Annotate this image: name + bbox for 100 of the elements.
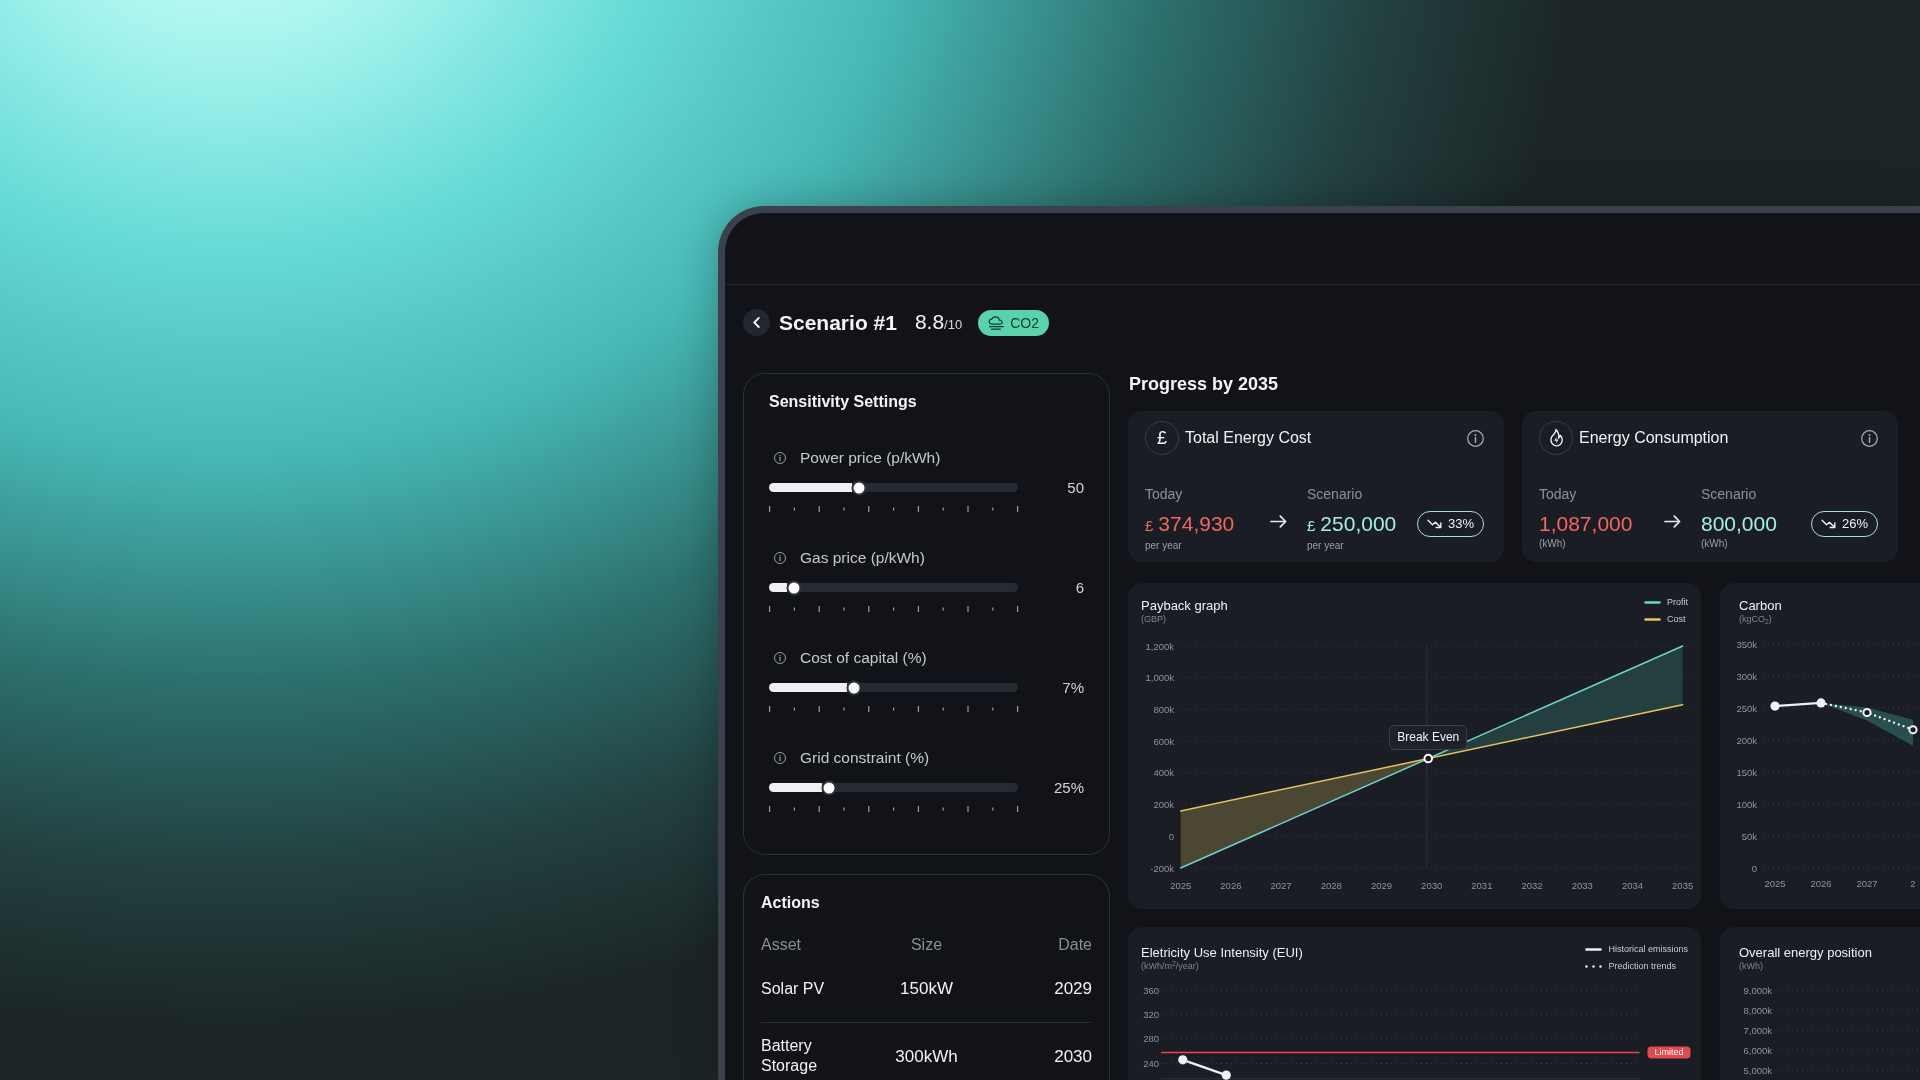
- axis-label: 0: [1751, 862, 1757, 874]
- score: 8.8/10: [914, 308, 963, 335]
- axis-label: 2029: [1370, 879, 1393, 891]
- slider-label: Gas price (p/kWh): [800, 548, 925, 568]
- slider-label: Power price (p/kWh): [800, 448, 941, 468]
- slider-thumb[interactable]: [851, 480, 867, 495]
- slider-thumb[interactable]: [786, 580, 802, 595]
- axis-label: 100k: [1736, 798, 1757, 810]
- info-icon: [1861, 429, 1878, 447]
- axis-label: 2030: [1421, 879, 1443, 891]
- table-cell: Solar PV: [761, 978, 825, 999]
- slider-value: 25%: [1053, 778, 1084, 797]
- axis-label: 0: [1168, 830, 1174, 842]
- slider-track[interactable]: [769, 483, 1018, 492]
- axis-label: 300k: [1736, 670, 1757, 682]
- legend-label: Prediction trends: [1608, 961, 1676, 972]
- info-icon: [774, 452, 786, 464]
- axis-label: 280: [1143, 1033, 1159, 1045]
- line-swatch-icon: [1585, 948, 1603, 951]
- axis-label: 200k: [1153, 799, 1174, 811]
- card-title: Total Energy Cost: [1185, 428, 1312, 448]
- slider-track[interactable]: [769, 783, 1018, 792]
- data-point: [1178, 1055, 1188, 1065]
- axis-label: 8,000k: [1743, 1004, 1772, 1016]
- table-cell: 2030: [1054, 1047, 1092, 1066]
- change-value: 33%: [1447, 516, 1474, 532]
- data-point: [1770, 701, 1780, 711]
- table-cell-text: Battery Storage: [761, 1036, 819, 1076]
- line-swatch-icon: [1644, 601, 1661, 604]
- line-swatch-icon: [1644, 618, 1661, 621]
- chart-unit: (kgCO$_{2}$): [1739, 614, 1773, 625]
- axis-label: 2027: [1856, 877, 1878, 889]
- column-header: Size: [909, 935, 944, 955]
- slider-label: Cost of capital (%): [800, 648, 927, 668]
- change-value: 26%: [1841, 516, 1868, 532]
- axis-label: 2026: [1220, 879, 1242, 891]
- scenario-title: Scenario #1: [779, 310, 897, 336]
- slider-value: 50: [1067, 478, 1084, 497]
- trend-down-icon: [1820, 519, 1836, 529]
- callout-label: Break Even: [1389, 724, 1468, 750]
- stat-value: 250,000: [1320, 512, 1397, 536]
- axis-label: 1,200k: [1145, 640, 1174, 652]
- data-point: [1221, 1070, 1231, 1080]
- data-point: [1862, 707, 1872, 718]
- axis-label: 360: [1143, 984, 1159, 996]
- legend-label: Historical emissions: [1608, 944, 1688, 955]
- axis-label: 2026: [1810, 877, 1832, 889]
- axis-label: 2034: [1621, 879, 1644, 891]
- column-header: Date: [1057, 935, 1092, 955]
- axis-label: 2028: [1320, 879, 1342, 891]
- axis-label: 2025: [1764, 877, 1786, 889]
- info-icon: [774, 752, 786, 764]
- section-title: Progress by 2035: [1128, 373, 1280, 395]
- slider-track[interactable]: [769, 683, 1018, 692]
- axis-label: 5,000k: [1743, 1064, 1772, 1076]
- axis-label: 600k: [1153, 735, 1174, 747]
- axis-label: 2035: [1672, 879, 1694, 891]
- stat-unit: (kWh): [1701, 539, 1729, 549]
- axis-label: 350k: [1736, 638, 1757, 650]
- legend-label: Profit: [1667, 597, 1688, 608]
- currency-symbol: £: [1307, 516, 1316, 536]
- stat-unit: (kWh): [1539, 539, 1567, 549]
- data-point: [1816, 698, 1826, 708]
- info-icon: [1467, 429, 1484, 447]
- axis-label: 150k: [1736, 766, 1757, 778]
- axis-label: 2032: [1521, 879, 1543, 891]
- axis-label: 2025: [1170, 879, 1192, 891]
- smog-cloud-icon: [988, 315, 1006, 330]
- dotted-line-icon: [1585, 965, 1603, 968]
- table-cell: 2029: [1054, 978, 1092, 998]
- slider-label: Grid constraint (%): [800, 748, 930, 768]
- stat-value: 800,000: [1701, 512, 1777, 536]
- axis-label: 400k: [1153, 767, 1174, 779]
- panel-title: Sensitivity Settings: [769, 392, 918, 412]
- threshold-tag: Limited: [1647, 1046, 1691, 1059]
- axis-label: 2: [1910, 877, 1916, 889]
- stat-value: 1,087,000: [1539, 512, 1633, 536]
- axis-label: 2027: [1270, 879, 1292, 891]
- table-cell: 150kW: [900, 978, 953, 998]
- chart-title: Payback graph: [1141, 597, 1228, 614]
- trend-down-icon: [1426, 519, 1442, 529]
- axis-label: 320: [1143, 1009, 1159, 1020]
- axis-label: 6,000k: [1743, 1044, 1772, 1056]
- flame-icon: [1539, 421, 1573, 455]
- ref-line-label: Limited: [1654, 1047, 1684, 1058]
- axis-label: 2031: [1471, 879, 1493, 891]
- axis-label: 9,000k: [1743, 984, 1772, 996]
- stat-value: 374,930: [1158, 512, 1235, 536]
- arrow-right-icon: [1664, 515, 1681, 528]
- back-button[interactable]: [743, 309, 770, 336]
- axis-label: 240: [1143, 1058, 1159, 1069]
- slider-track[interactable]: [769, 583, 1018, 592]
- slider-thumb[interactable]: [846, 680, 862, 695]
- chart-title: Carbon: [1739, 597, 1782, 614]
- info-icon: [774, 652, 786, 664]
- stat-label: Today: [1145, 486, 1184, 502]
- chart-title: Overall energy position: [1739, 944, 1872, 961]
- slider-thumb[interactable]: [821, 780, 837, 795]
- axis-label: 200k: [1736, 734, 1757, 746]
- chart-unit: (kWh/m$^{2}$/year): [1141, 961, 1200, 972]
